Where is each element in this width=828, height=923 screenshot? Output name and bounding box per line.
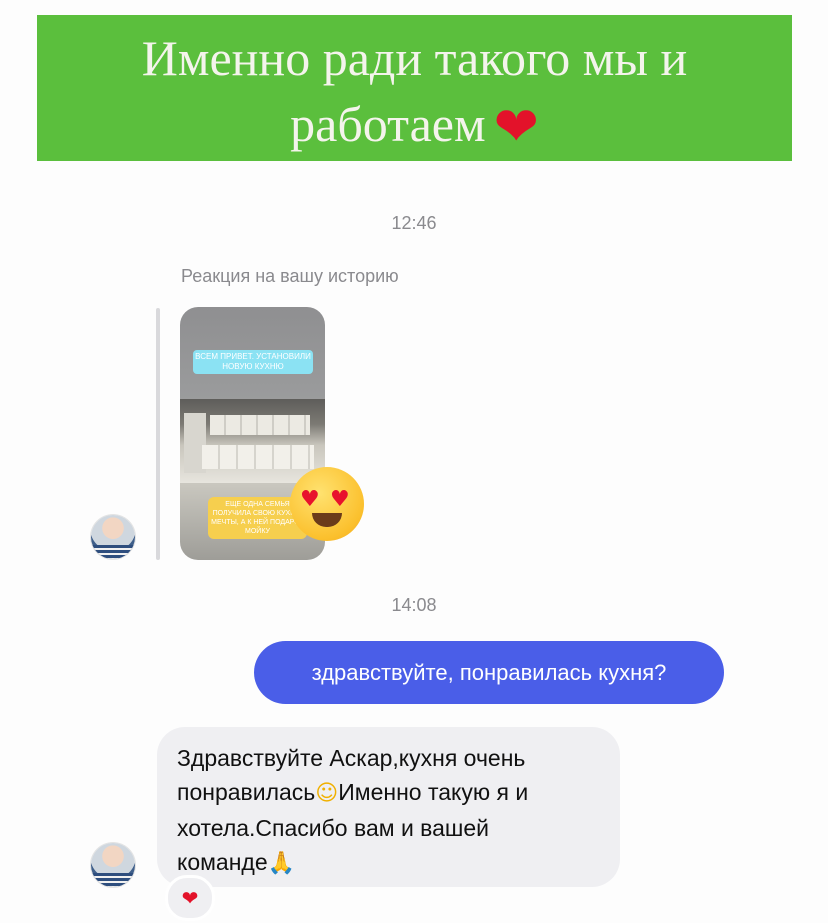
header-banner: Именно ради такого мы и работаем ❤ bbox=[37, 15, 792, 161]
story-reply-bar bbox=[156, 308, 160, 560]
incoming-text: команде bbox=[177, 849, 268, 875]
heart-eye-left-icon: ♥ bbox=[300, 487, 320, 512]
incoming-message-line-1: Здравствуйте Аскар,кухня очень bbox=[177, 745, 526, 771]
heart-eye-right-icon: ♥ bbox=[330, 487, 350, 512]
incoming-text: Именно такую я и bbox=[338, 779, 529, 805]
story-sticker-top: ВСЕМ ПРИВЕТ. УСТАНОВИЛИ НОВУЮ КУХНЮ bbox=[193, 350, 313, 374]
timestamp: 12:46 bbox=[391, 213, 437, 233]
heart-icon: ❤ bbox=[493, 95, 539, 158]
incoming-text: понравилась bbox=[177, 779, 316, 805]
avatar-shirt bbox=[91, 545, 135, 559]
timestamp: 14:08 bbox=[391, 595, 437, 615]
kitchen-photo bbox=[180, 399, 325, 483]
incoming-message[interactable]: Здравствуйте Аскар,кухня очень понравила… bbox=[157, 727, 620, 887]
banner-line-2-text: работаем bbox=[290, 96, 486, 152]
heart-reaction-icon[interactable]: ❤ bbox=[165, 875, 215, 921]
outgoing-message[interactable]: здравствуйте, понравилась кухня? bbox=[254, 641, 724, 704]
avatar[interactable] bbox=[91, 515, 135, 559]
smiling-face-icon: ☺ bbox=[315, 781, 339, 806]
banner-line-1: Именно ради такого мы и bbox=[141, 30, 688, 86]
incoming-message-line-2: понравилась☺Именно такую я и bbox=[177, 775, 600, 811]
chat-screenshot: Именно ради такого мы и работаем ❤ 12:46 … bbox=[0, 0, 828, 923]
kitchen-lower-cabinets bbox=[202, 445, 314, 469]
folded-hands-icon: 🙏 bbox=[267, 851, 296, 876]
incoming-message-line-4: команде🙏 bbox=[177, 845, 600, 881]
kitchen-upper-cabinets bbox=[210, 415, 310, 435]
story-reaction-label: Реакция на вашу историю bbox=[181, 266, 399, 286]
heart-eyes-emoji-icon: ♥ ♥ bbox=[290, 467, 364, 541]
avatar[interactable] bbox=[91, 843, 135, 887]
emoji-mouth bbox=[312, 513, 342, 527]
incoming-message-line-3: хотела.Спасибо вам и вашей bbox=[177, 815, 490, 841]
avatar-shirt bbox=[91, 873, 135, 887]
banner-line-2: работаем ❤ bbox=[37, 91, 792, 160]
